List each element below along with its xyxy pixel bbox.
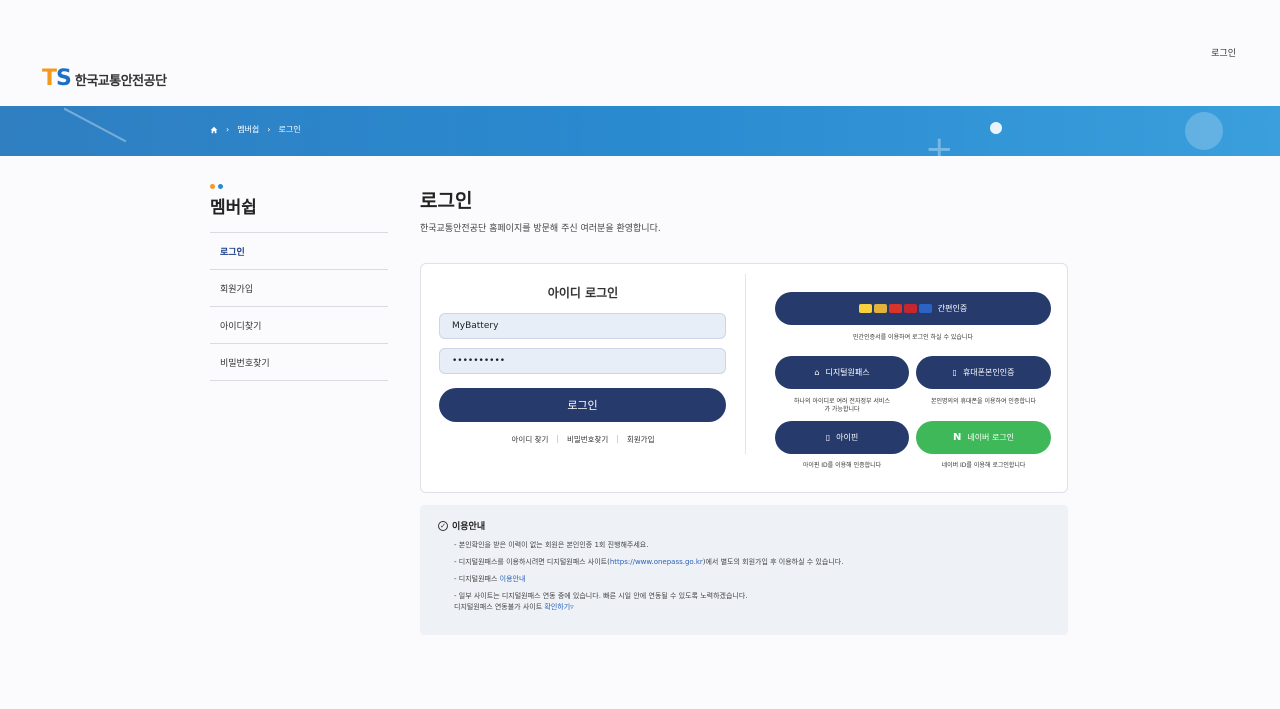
- usage-guide-list: 본인확인을 받은 이력이 없는 회원은 본인인증 1회 진행해주세요. 디지털원…: [438, 540, 1050, 612]
- top-banner: +: [0, 106, 1280, 156]
- id-input[interactable]: MyBattery: [439, 313, 726, 339]
- digital-onepass-caption: 하나의 아이디로 여러 전자정부 서비스 가 가능합니다: [794, 398, 890, 414]
- login-panel: 아이디 로그인 MyBattery •••••••••• 로그인 아이디 찾기 …: [420, 263, 1068, 493]
- naver-login-label: 네이버 로그인: [967, 433, 1015, 442]
- breadcrumb-membership[interactable]: 멤버쉽: [237, 124, 259, 135]
- naver-caption: 네이버 ID를 이용해 로그인합니다: [941, 462, 1026, 469]
- top-login-link[interactable]: 로그인: [1211, 46, 1236, 59]
- link-separator: |: [616, 434, 619, 443]
- onepass-site-link[interactable]: https://www.onepass.go.kr: [610, 558, 703, 566]
- page-title: 로그인: [420, 190, 473, 212]
- chevron-right-icon: ›: [226, 125, 230, 134]
- ipin-label: 아이핀: [836, 433, 859, 442]
- breadcrumb-login[interactable]: 로그인: [279, 124, 301, 135]
- check-circle-icon: ✓: [438, 520, 448, 531]
- usage-guide: ✓ 이용안내 본인확인을 받은 이력이 없는 회원은 본인인증 1회 진행해주세…: [420, 505, 1068, 635]
- cert-provider-icons: [858, 304, 932, 313]
- sidebar-item-signup[interactable]: 회원가입: [210, 270, 388, 307]
- sidebar-item-login[interactable]: 로그인: [210, 233, 388, 270]
- chevron-down-icon[interactable]: ▿: [570, 603, 574, 611]
- title-dots: [210, 184, 388, 189]
- phone-auth-caption: 본인명의의 휴대폰을 이용하여 인증합니다: [930, 398, 1037, 405]
- naver-n-icon: N: [952, 432, 962, 443]
- phone-auth-button[interactable]: ▯ 휴대폰본인인증: [916, 356, 1051, 389]
- id-login-title: 아이디 로그인: [547, 286, 619, 300]
- onepass-icon: ⌂: [814, 368, 820, 377]
- ipin-caption: 아이핀 ID를 이용해 인증합니다: [802, 462, 882, 469]
- ts-logo-mark: TS: [42, 66, 72, 91]
- sidebar-title: 멤버쉽: [210, 193, 388, 233]
- list-item: 일부 사이트는 디지털원패스 연동 중에 있습니다. 빠른 시일 안에 연동될 …: [454, 591, 1050, 611]
- simple-auth-label: 간편인증: [937, 304, 968, 313]
- login-button[interactable]: 로그인: [439, 388, 726, 422]
- digital-onepass-button[interactable]: ⌂ 디지털원패스: [775, 356, 909, 389]
- list-item: 디지털원패스 이용안내: [454, 574, 1050, 584]
- usage-guide-title: ✓ 이용안내: [438, 519, 1050, 532]
- simple-auth-button[interactable]: 간편인증: [775, 292, 1051, 325]
- sidebar: 멤버쉽 로그인 회원가입 아이디찾기 비밀번호찾기: [210, 184, 388, 381]
- list-item: 디지털원패스를 이용하시려면 디지털원패스 사이트(https://www.on…: [454, 557, 1050, 567]
- chevron-right-icon: ›: [267, 125, 271, 134]
- home-icon[interactable]: [210, 126, 218, 134]
- password-input[interactable]: ••••••••••: [439, 348, 726, 374]
- find-id-link[interactable]: 아이디 찾기: [512, 434, 549, 445]
- account-links: 아이디 찾기 | 비밀번호찾기 | 회원가입: [421, 434, 745, 445]
- phone-auth-label: 휴대폰본인인증: [962, 368, 1015, 377]
- sidebar-item-find-id[interactable]: 아이디찾기: [210, 307, 388, 344]
- panel-divider: [745, 274, 746, 454]
- sidebar-item-find-password[interactable]: 비밀번호찾기: [210, 344, 388, 381]
- list-item: 본인확인을 받은 이력이 없는 회원은 본인인증 1회 진행해주세요.: [454, 540, 1050, 550]
- check-sites-link[interactable]: 확인하기: [544, 603, 570, 611]
- onepass-guide-link[interactable]: 이용안내: [500, 575, 526, 583]
- site-logo[interactable]: TS 한국교통안전공단: [42, 68, 167, 90]
- breadcrumb: › 멤버쉽 › 로그인: [210, 124, 301, 135]
- page-subtitle: 한국교통안전공단 홈페이지를 방문해 주신 여러분을 환영합니다.: [420, 224, 661, 234]
- naver-login-button[interactable]: N 네이버 로그인: [916, 421, 1051, 454]
- ipin-icon: ▯: [825, 433, 831, 442]
- logo-text: 한국교통안전공단: [74, 73, 167, 89]
- digital-onepass-label: 디지털원패스: [825, 368, 870, 377]
- simple-auth-caption: 민간인증서를 이용하여 로그인 하실 수 있습니다: [853, 334, 973, 341]
- signup-link[interactable]: 회원가입: [627, 434, 655, 445]
- find-password-link[interactable]: 비밀번호찾기: [567, 434, 608, 445]
- mobile-phone-icon: ▯: [952, 368, 957, 377]
- ipin-button[interactable]: ▯ 아이핀: [775, 421, 909, 454]
- link-separator: |: [556, 434, 559, 443]
